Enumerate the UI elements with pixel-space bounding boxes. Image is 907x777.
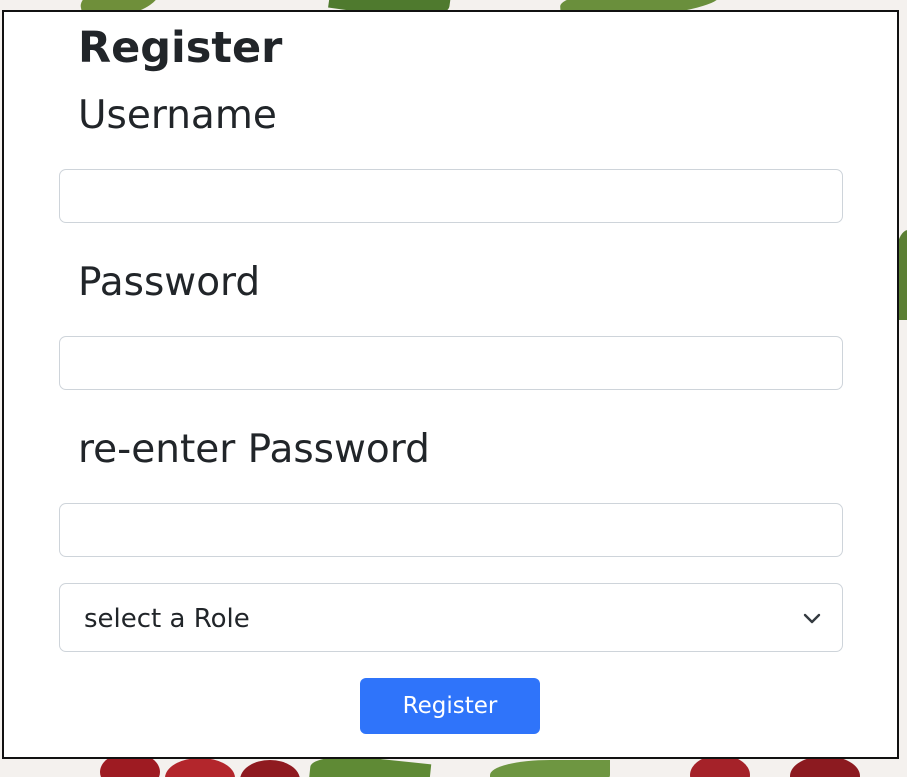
role-select-value: select a Role: [84, 604, 250, 634]
register-button[interactable]: Register: [360, 678, 540, 734]
cherry-decoration: [165, 758, 235, 777]
chevron-down-icon: [802, 608, 822, 628]
cherry-decoration: [240, 760, 300, 777]
reenter-password-input[interactable]: [59, 503, 843, 557]
role-select[interactable]: select a Role: [59, 583, 843, 652]
username-input[interactable]: [59, 169, 843, 223]
password-input[interactable]: [59, 336, 843, 390]
password-label: Password: [78, 260, 261, 305]
page-title: Register: [78, 23, 283, 73]
register-card: Register Username Password re-enter Pass…: [2, 10, 899, 759]
reenter-password-label: re-enter Password: [78, 427, 430, 472]
leaf-decoration: [490, 760, 610, 777]
username-label: Username: [78, 93, 277, 138]
cherry-decoration: [790, 756, 860, 777]
